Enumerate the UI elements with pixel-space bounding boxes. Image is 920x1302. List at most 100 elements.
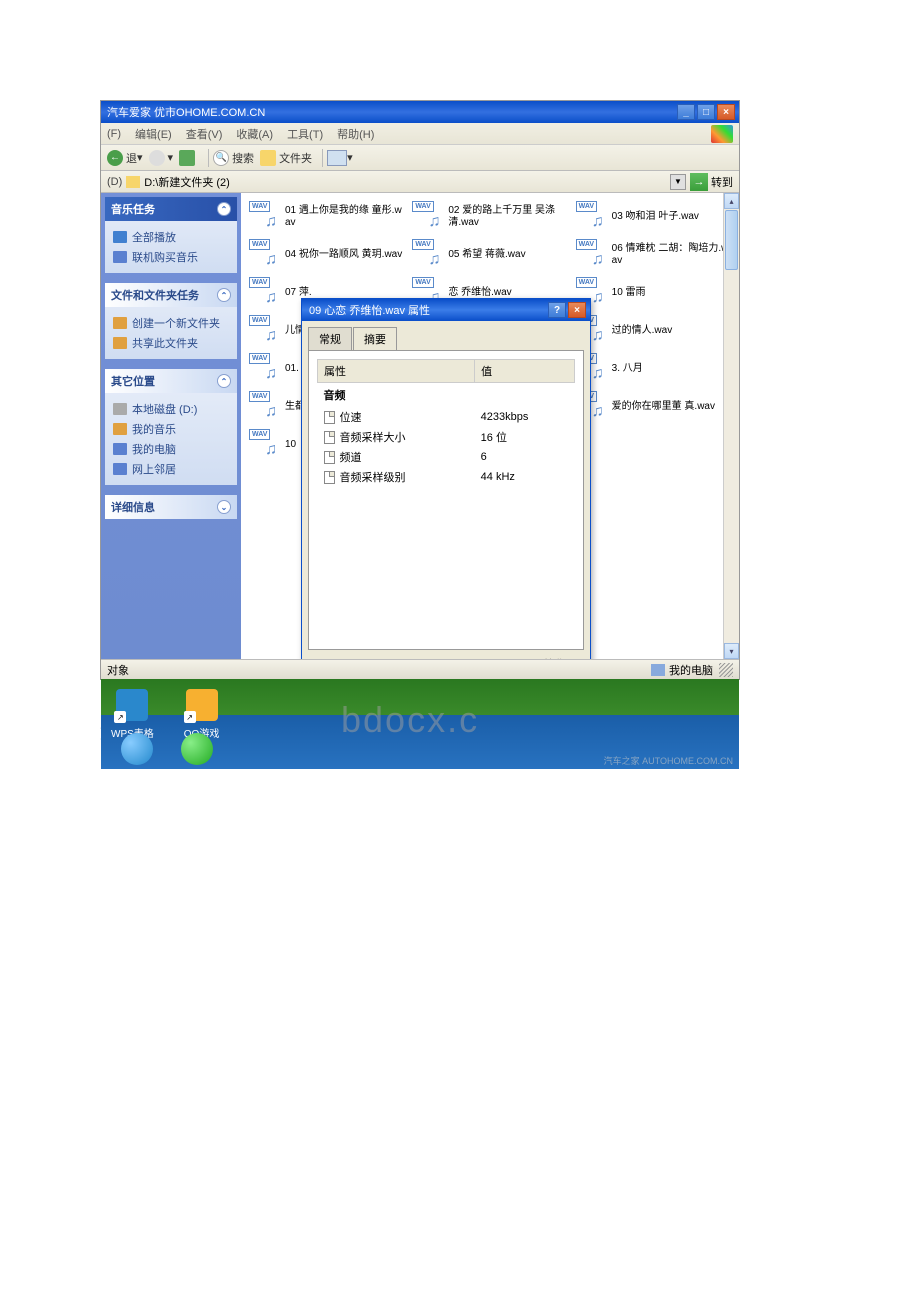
- back-button[interactable]: ←退 ▾: [107, 150, 143, 166]
- file-tasks-header[interactable]: 文件和文件夹任务 ⌃: [105, 283, 237, 307]
- views-icon: [327, 150, 347, 166]
- folder-icon: [126, 176, 140, 188]
- computer-icon: [651, 664, 665, 676]
- properties-table: 属性值 音频 位速4233kbps音频采样大小16 位频道6音频采样级别44 k…: [317, 359, 575, 487]
- wav-icon: WAV♫: [249, 277, 281, 309]
- wav-icon: WAV♫: [249, 429, 281, 461]
- doc-icon: [324, 411, 335, 424]
- menu-tools[interactable]: 工具(T): [287, 126, 323, 142]
- doc-icon: [324, 471, 335, 484]
- resize-grip[interactable]: [719, 663, 733, 677]
- up-icon: [179, 150, 195, 166]
- help-button[interactable]: ?: [548, 302, 566, 318]
- file-item[interactable]: WAV♫06 情难枕 二胡：陶培力.wav: [574, 237, 733, 273]
- file-item[interactable]: WAV♫过的情人.wav: [574, 313, 733, 349]
- property-row[interactable]: 音频采样大小16 位: [318, 427, 575, 447]
- property-value: 6: [475, 447, 575, 467]
- menu-edit[interactable]: 编辑(E): [135, 126, 172, 142]
- folders-button[interactable]: 文件夹: [260, 150, 312, 166]
- property-row[interactable]: 频道6: [318, 447, 575, 467]
- file-item[interactable]: WAV♫04 祝你一路顺风 黄玥.wav: [247, 237, 406, 273]
- toolbar: ←退 ▾ ▾ 🔍搜索 文件夹 ▾: [101, 145, 739, 171]
- network-link[interactable]: 网上邻居: [113, 459, 229, 479]
- menu-help[interactable]: 帮助(H): [337, 126, 374, 142]
- file-name: 02 爱的路上千万里 吴涤清.wav: [448, 205, 567, 229]
- music-icon: [113, 423, 127, 435]
- scroll-thumb[interactable]: [725, 210, 738, 270]
- property-row[interactable]: 位速4233kbps: [318, 407, 575, 427]
- music-tasks-header[interactable]: 音乐任务 ⌃: [105, 197, 237, 221]
- title-bar[interactable]: 汽车爱家 优市OHOME.COM.CN _ □ ×: [101, 101, 739, 123]
- share-icon: [113, 337, 127, 349]
- scroll-up-button[interactable]: ▴: [724, 193, 739, 209]
- file-name: 爱的你在哪里董 真.wav: [612, 401, 715, 413]
- file-item[interactable]: WAV♫爱的你在哪里董 真.wav: [574, 389, 733, 425]
- file-item[interactable]: WAV♫05 希望 蒋薇.wav: [410, 237, 569, 273]
- menu-favorites[interactable]: 收藏(A): [236, 126, 273, 142]
- other-places-panel: 其它位置 ⌃ 本地磁盘 (D:) 我的音乐 我的电脑 网上邻居: [105, 369, 237, 485]
- local-disk-link[interactable]: 本地磁盘 (D:): [113, 399, 229, 419]
- share-folder-link[interactable]: 共享此文件夹: [113, 333, 229, 353]
- file-item[interactable]: WAV♫03 吻和泪 叶子.wav: [574, 199, 733, 235]
- properties-dialog: 09 心恋 乔维怡.wav 属性 ? × 常规 摘要 属性值 音频 位速4233…: [301, 298, 591, 659]
- address-label: (D): [107, 176, 122, 188]
- desktop-icon[interactable]: [181, 733, 213, 765]
- play-all-link[interactable]: 全部播放: [113, 227, 229, 247]
- property-key: 音频采样级别: [340, 469, 406, 485]
- property-row[interactable]: 音频采样级别44 kHz: [318, 467, 575, 487]
- explorer-window: 汽车爱家 优市OHOME.COM.CN _ □ × (F) 编辑(E) 查看(V…: [100, 100, 740, 680]
- dialog-title-bar[interactable]: 09 心恋 乔维怡.wav 属性 ? ×: [302, 299, 590, 321]
- dialog-close-button[interactable]: ×: [568, 302, 586, 318]
- menu-file[interactable]: (F): [107, 128, 121, 140]
- forward-button[interactable]: ▾: [149, 150, 174, 166]
- col-property[interactable]: 属性: [318, 360, 475, 383]
- buy-music-link[interactable]: 联机购买音乐: [113, 247, 229, 267]
- other-places-header[interactable]: 其它位置 ⌃: [105, 369, 237, 393]
- details-header[interactable]: 详细信息 ⌄: [105, 495, 237, 519]
- computer-icon: [113, 443, 127, 455]
- shop-icon: [113, 251, 127, 263]
- watermark-text: bdocx.c: [341, 699, 479, 741]
- search-icon: 🔍: [213, 150, 229, 166]
- network-icon: [113, 463, 127, 475]
- play-icon: [113, 231, 127, 243]
- file-name: 01 遇上你是我的缘 童彤.wav: [285, 205, 404, 229]
- address-path[interactable]: D:\新建文件夹 (2): [144, 174, 670, 190]
- chevron-down-icon: ⌄: [217, 500, 231, 514]
- search-button[interactable]: 🔍搜索: [213, 150, 254, 166]
- main-area: 音乐任务 ⌃ 全部播放 联机购买音乐 文件和文件夹任务 ⌃ 创建一个新: [101, 193, 739, 659]
- maximize-button[interactable]: □: [697, 104, 715, 120]
- file-item[interactable]: WAV♫01 遇上你是我的缘 童彤.wav: [247, 199, 406, 235]
- status-objects: 对象: [107, 662, 129, 678]
- category-audio: 音频: [318, 383, 575, 408]
- my-computer-link[interactable]: 我的电脑: [113, 439, 229, 459]
- vertical-scrollbar[interactable]: ▴ ▾: [723, 193, 739, 659]
- status-location: 我的电脑: [669, 662, 713, 678]
- file-item[interactable]: WAV♫3. 八月: [574, 351, 733, 387]
- col-value[interactable]: 值: [475, 360, 575, 383]
- file-name: 06 情难枕 二胡：陶培力.wav: [612, 243, 731, 267]
- menu-view[interactable]: 查看(V): [186, 126, 223, 142]
- minimize-button[interactable]: _: [677, 104, 695, 120]
- file-name: 04 祝你一路顺风 黄玥.wav: [285, 249, 402, 261]
- tab-summary[interactable]: 摘要: [353, 327, 397, 350]
- go-button[interactable]: →: [690, 173, 708, 191]
- tab-general[interactable]: 常规: [308, 327, 352, 350]
- close-button[interactable]: ×: [717, 104, 735, 120]
- back-icon: ←: [107, 150, 123, 166]
- window-title: 汽车爱家 优市OHOME.COM.CN: [105, 104, 675, 120]
- my-music-link[interactable]: 我的音乐: [113, 419, 229, 439]
- address-dropdown[interactable]: ▼: [670, 174, 686, 190]
- desktop-icon[interactable]: [121, 733, 153, 765]
- wav-icon: WAV♫: [249, 201, 281, 233]
- file-item[interactable]: WAV♫10 雷雨: [574, 275, 733, 311]
- new-folder-link[interactable]: 创建一个新文件夹: [113, 313, 229, 333]
- scroll-down-button[interactable]: ▾: [724, 643, 739, 659]
- file-name: 过的情人.wav: [612, 325, 673, 337]
- details-panel: 详细信息 ⌄: [105, 495, 237, 519]
- up-button[interactable]: [179, 150, 198, 166]
- views-button[interactable]: ▾: [327, 150, 353, 166]
- file-item[interactable]: WAV♫02 爱的路上千万里 吴涤清.wav: [410, 199, 569, 235]
- dialog-title: 09 心恋 乔维怡.wav 属性: [306, 302, 546, 318]
- wav-icon: WAV♫: [249, 315, 281, 347]
